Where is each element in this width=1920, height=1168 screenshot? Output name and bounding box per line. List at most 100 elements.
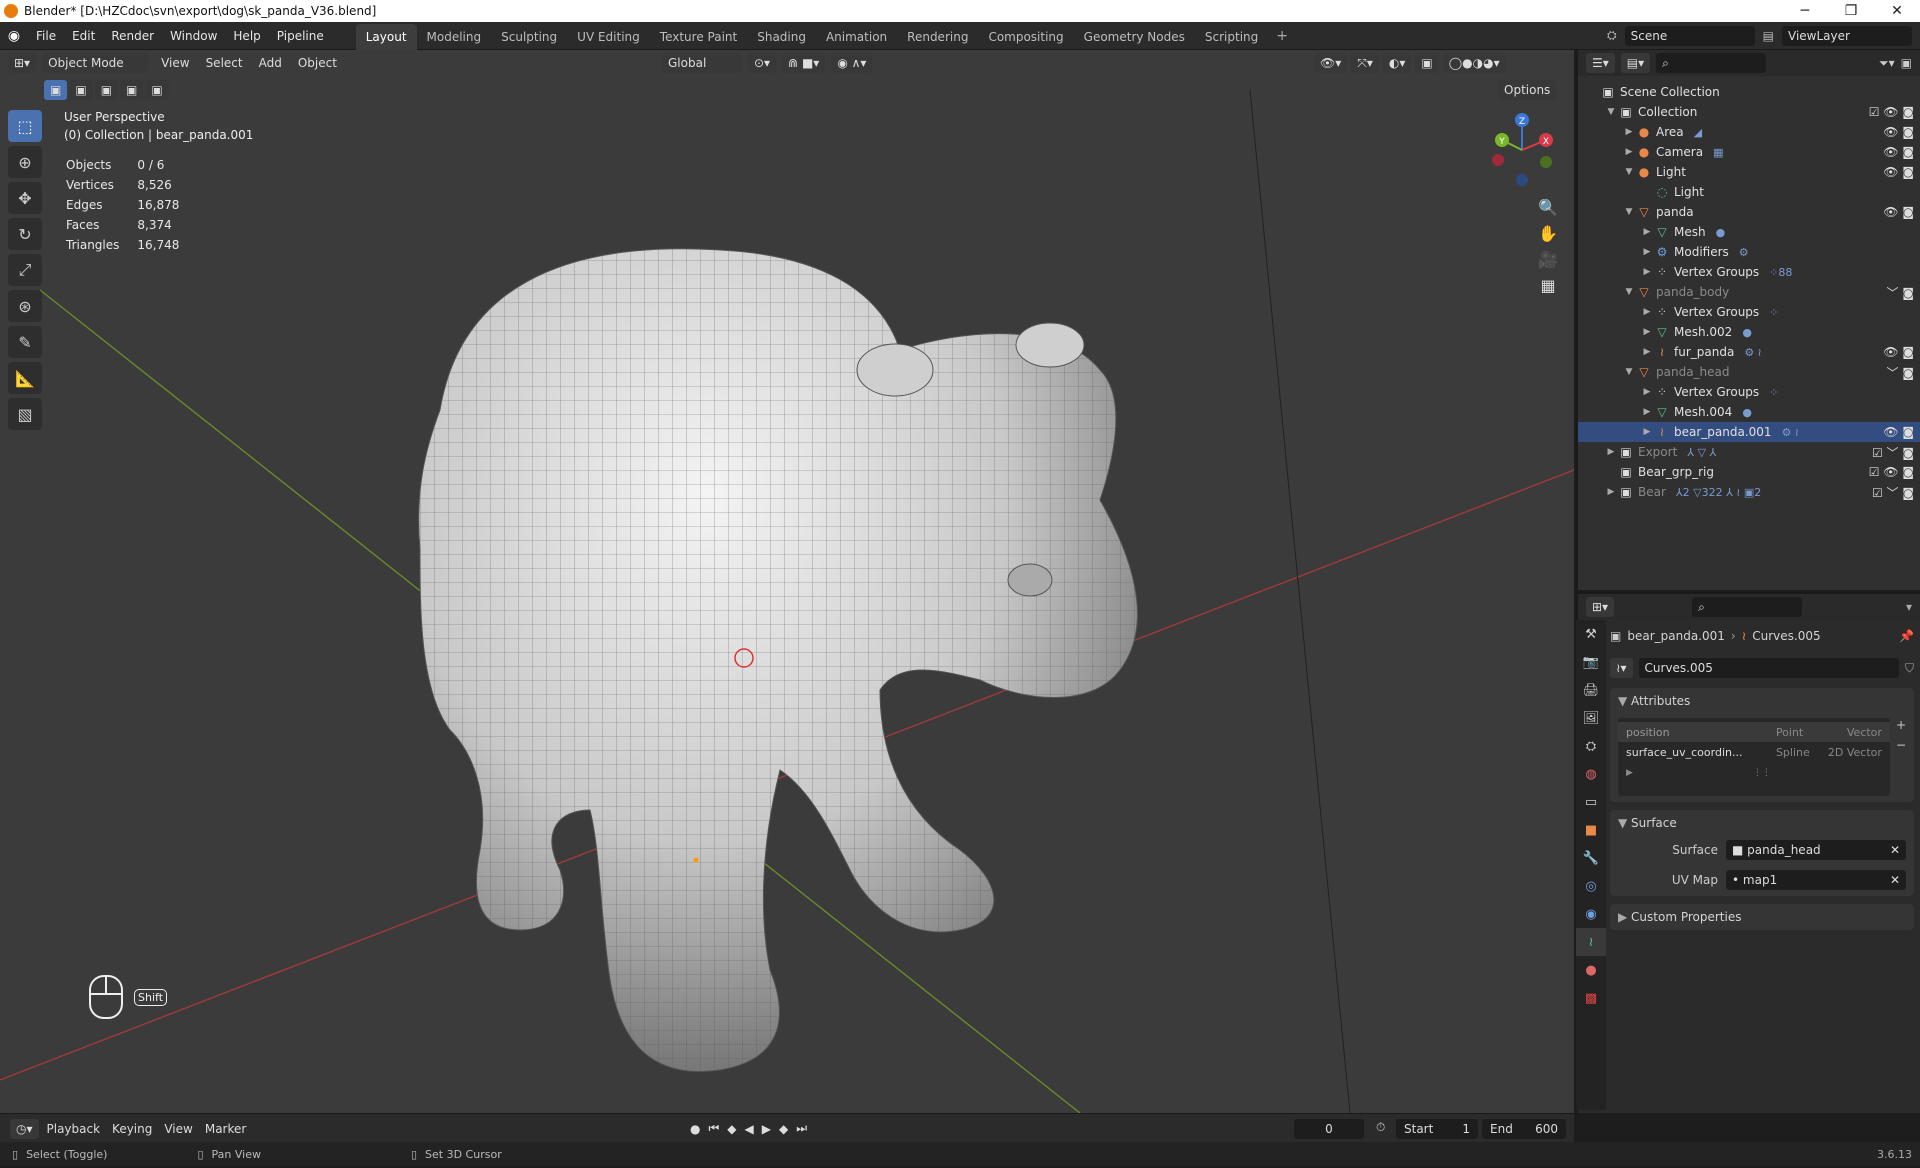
outliner-row[interactable]: ▶ ▣ Bear ⅄2 ▽322 ⅄ ≀ ▣2 ☑ ﹀ ◙ <box>1578 482 1920 502</box>
play-reverse-icon[interactable]: ◀ <box>745 1122 754 1136</box>
scale-tool-icon[interactable]: ⤢ <box>8 254 42 286</box>
fake-user-icon[interactable]: ⛉ <box>1905 661 1914 676</box>
outliner-row[interactable]: ▼ ▽ panda 👁 ◙ <box>1578 202 1920 222</box>
scene-tab-icon[interactable]: ⛭ <box>1576 732 1606 760</box>
attribute-row[interactable]: surface_uv_coordin... Spline 2D Vector <box>1618 742 1890 762</box>
outliner-row[interactable]: ▣ Bear_grp_rig ☑ 👁 ◙ <box>1578 462 1920 482</box>
world-tab-icon[interactable]: ◍ <box>1576 760 1606 788</box>
3d-viewport[interactable]: ⊞▾ Object Mode View Select Add Object Globa… <box>0 50 1574 1113</box>
material-tab-icon[interactable]: ● <box>1576 956 1606 984</box>
texture-tab-icon[interactable]: ▩ <box>1576 984 1606 1012</box>
tab-sculpting[interactable]: Sculpting <box>491 24 567 50</box>
outliner-row[interactable]: ▶ ⁘ Vertex Groups ⁘ <box>1578 382 1920 402</box>
outliner-row[interactable]: ▶ ▽ Mesh.004 ● <box>1578 402 1920 422</box>
properties-editor-icon[interactable]: ⊞▾ <box>1586 597 1615 617</box>
outliner-row[interactable]: ▶ ● Camera ▦ 👁 ◙ <box>1578 142 1920 162</box>
gizmo-toggle-icon[interactable]: ⤧▾ <box>1351 53 1379 73</box>
measure-tool-icon[interactable]: 📐 <box>8 362 42 394</box>
visibility-toggles[interactable]: ﹀ ◙ <box>1887 364 1914 381</box>
menu-file[interactable]: File <box>28 22 64 50</box>
visibility-toggles[interactable]: 👁 ◙ <box>1883 125 1914 139</box>
expand-toggle-icon[interactable]: ▶ <box>1622 127 1636 137</box>
expand-toggle-icon[interactable]: ▶ <box>1640 427 1654 437</box>
attribute-row[interactable]: position Point Vector <box>1618 722 1890 742</box>
expand-toggle-icon[interactable]: ▶ <box>1604 447 1618 457</box>
tab-modeling[interactable]: Modeling <box>417 24 492 50</box>
select-extend-icon[interactable]: ▣ <box>69 80 93 100</box>
expand-toggle-icon[interactable]: ▶ <box>1604 487 1618 497</box>
outliner-row[interactable]: ▶ ▽ Mesh.002 ● <box>1578 322 1920 342</box>
outliner-row[interactable]: ▶ ≀ bear_panda.001 ⚙ ≀ 👁 ◙ <box>1578 422 1920 442</box>
tab-texture-paint[interactable]: Texture Paint <box>650 24 747 50</box>
menu-help[interactable]: Help <box>225 22 268 50</box>
outliner-search-input[interactable]: ⌕ <box>1656 53 1767 73</box>
expand-toggle-icon[interactable]: ▼ <box>1622 167 1636 177</box>
tab-compositing[interactable]: Compositing <box>978 24 1073 50</box>
surface-panel-header[interactable]: ▼ Surface <box>1618 816 1906 830</box>
expand-toggle-icon[interactable]: ▶ <box>1640 267 1654 277</box>
viewport-menu-view[interactable]: View <box>154 53 196 73</box>
overlay-toggle-icon[interactable]: ◐▾ <box>1382 53 1412 73</box>
add-attribute-button[interactable]: + <box>1896 718 1906 732</box>
tab-rendering[interactable]: Rendering <box>897 24 978 50</box>
outliner-row[interactable]: ▶ ⁘ Vertex Groups ⁘88 <box>1578 262 1920 282</box>
expand-toggle-icon[interactable]: ▶ <box>1640 307 1654 317</box>
curves-data-tab-icon[interactable]: ≀ <box>1576 928 1606 956</box>
output-tab-icon[interactable]: 🖨 <box>1576 676 1606 704</box>
outliner-row[interactable]: ▶ ▣ Export ⅄ ▽ ⅄ ☑ ﹀ ◙ <box>1578 442 1920 462</box>
outliner-row[interactable]: ▶ ≀ fur_panda ⚙ ≀ 👁 ◙ <box>1578 342 1920 362</box>
timeline-menu-marker[interactable]: Marker <box>205 1122 246 1136</box>
view-layer-selector[interactable]: ViewLayer <box>1782 25 1912 46</box>
pin-icon[interactable]: 📌 <box>1899 629 1914 643</box>
snap-icon[interactable]: ⋒ ■▾ <box>782 53 826 73</box>
tab-scripting[interactable]: Scripting <box>1195 24 1268 50</box>
select-intersect-icon[interactable]: ▣ <box>145 80 169 100</box>
surface-object-field[interactable]: ■ panda_head ✕ <box>1726 840 1906 860</box>
visibility-toggles[interactable]: ☑ ﹀ ◙ <box>1872 484 1914 501</box>
expand-toggle-icon[interactable]: ▼ <box>1622 287 1636 297</box>
expand-toggle-icon[interactable]: ▶ <box>1640 327 1654 337</box>
close-button[interactable]: ✕ <box>1874 0 1920 22</box>
prev-keyframe-icon[interactable]: ◆ <box>727 1122 736 1136</box>
expand-toggle-icon[interactable]: ▼ <box>1604 107 1618 117</box>
outliner-row[interactable]: ▼ ▽ panda_head ﹀ ◙ <box>1578 362 1920 382</box>
add-workspace-button[interactable]: + <box>1276 28 1288 44</box>
visibility-toggles[interactable]: 👁 ◙ <box>1883 205 1914 219</box>
remove-attribute-button[interactable]: − <box>1896 738 1906 752</box>
visibility-toggles[interactable]: 👁 ◙ <box>1883 425 1914 439</box>
timeline-editor-icon[interactable]: ◷▾ <box>10 1118 39 1139</box>
visibility-toggles[interactable]: 👁 ◙ <box>1883 165 1914 179</box>
tool-tab-icon[interactable]: ⚒ <box>1576 620 1606 648</box>
outliner-row[interactable]: ▼ ▽ panda_body ﹀ ◙ <box>1578 282 1920 302</box>
outliner-row[interactable]: ◌ Light <box>1578 182 1920 202</box>
menu-pipeline[interactable]: Pipeline <box>269 22 332 50</box>
tab-layout[interactable]: Layout <box>355 23 417 50</box>
visibility-toggles[interactable]: ﹀ ◙ <box>1887 284 1914 301</box>
cursor-tool-icon[interactable]: ⊕ <box>8 146 42 178</box>
select-subtract-icon[interactable]: ▣ <box>94 80 119 100</box>
display-mode-icon[interactable]: ▤▾ <box>1620 53 1651 73</box>
current-frame-field[interactable]: 0 <box>1294 1119 1364 1139</box>
menu-render[interactable]: Render <box>103 22 162 50</box>
record-icon[interactable]: ● <box>690 1122 700 1136</box>
viewport-menu-add[interactable]: Add <box>252 53 289 73</box>
tab-shading[interactable]: Shading <box>747 24 816 50</box>
object-tab-icon[interactable]: ■ <box>1576 816 1606 844</box>
view-layer-tab-icon[interactable]: 🖼 <box>1576 704 1606 732</box>
select-invert-icon[interactable]: ▣ <box>120 80 144 100</box>
outliner-row[interactable]: ▼ ▣ Collection ☑ 👁 ◙ <box>1578 102 1920 122</box>
visibility-toggles[interactable]: ☑ ﹀ ◙ <box>1872 444 1914 461</box>
play-icon[interactable]: ▶ <box>762 1122 771 1136</box>
tab-uv-editing[interactable]: UV Editing <box>567 24 650 50</box>
datablock-browse-icon[interactable]: ≀▾ <box>1610 658 1633 678</box>
pivot-point-icon[interactable]: ⊙▾ <box>748 53 777 73</box>
expand-toggle-icon[interactable]: ▼ <box>1622 367 1636 377</box>
options-button[interactable]: Options <box>1498 80 1557 100</box>
zoom-icon[interactable]: 🔍 <box>1534 194 1562 220</box>
rotate-tool-icon[interactable]: ↻ <box>8 218 42 250</box>
expand-toggle-icon[interactable]: ▶ <box>1640 227 1654 237</box>
next-keyframe-icon[interactable]: ◆ <box>779 1122 788 1136</box>
visibility-toggles[interactable]: ☑ 👁 ◙ <box>1869 465 1914 479</box>
modifier-tab-icon[interactable]: 🔧 <box>1576 844 1606 872</box>
start-frame-field[interactable]: Start 1 <box>1396 1119 1478 1139</box>
